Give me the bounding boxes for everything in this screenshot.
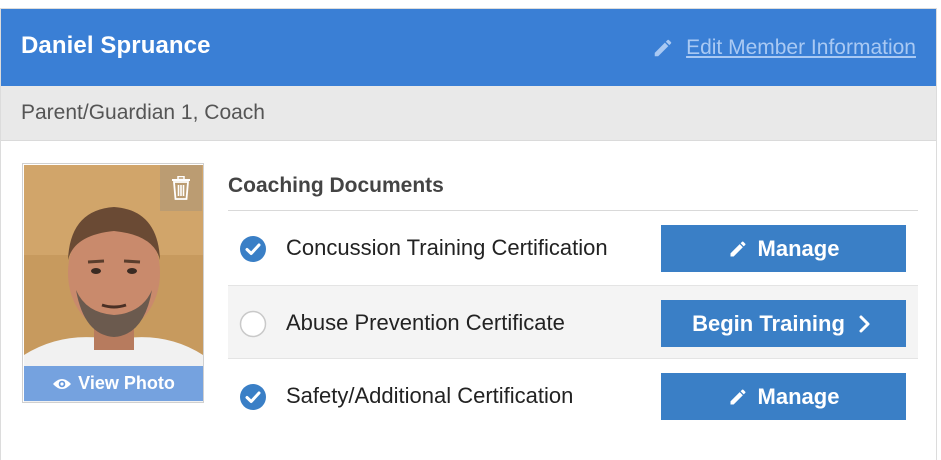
view-photo-label: View Photo bbox=[78, 373, 175, 393]
documents-title: Coaching Documents bbox=[228, 174, 444, 197]
manage-button[interactable]: Manage bbox=[661, 373, 906, 420]
begin-training-button[interactable]: Begin Training bbox=[661, 300, 906, 347]
document-row: Concussion Training Certification Manage bbox=[228, 211, 918, 285]
member-photo-box: View Photo bbox=[22, 163, 204, 403]
chevron-right-icon bbox=[859, 315, 870, 332]
member-name: Daniel Spruance bbox=[21, 32, 211, 59]
member-header: Daniel Spruance Edit Member Information bbox=[1, 9, 936, 86]
check-circle-icon bbox=[240, 384, 266, 410]
document-row: Abuse Prevention Certificate Begin Train… bbox=[228, 285, 918, 359]
member-card: Daniel Spruance Edit Member Information … bbox=[0, 8, 937, 460]
manage-button-label: Manage bbox=[757, 383, 840, 409]
pencil-icon bbox=[654, 39, 672, 57]
document-name: Safety/Additional Certification bbox=[286, 383, 574, 408]
edit-member-label: Edit Member Information bbox=[686, 36, 916, 59]
manage-button-label: Manage bbox=[757, 235, 840, 261]
view-photo-button[interactable]: View Photo bbox=[24, 366, 203, 401]
roles-bar: Parent/Guardian 1, Coach bbox=[1, 86, 936, 141]
begin-training-label: Begin Training bbox=[692, 310, 845, 336]
check-circle-icon bbox=[240, 236, 266, 262]
eye-icon bbox=[53, 378, 72, 389]
pencil-icon bbox=[730, 240, 746, 256]
member-roles: Parent/Guardian 1, Coach bbox=[21, 101, 265, 124]
edit-member-link[interactable]: Edit Member Information bbox=[652, 34, 916, 62]
trash-icon bbox=[172, 176, 190, 200]
manage-button[interactable]: Manage bbox=[661, 225, 906, 272]
document-name: Concussion Training Certification bbox=[286, 235, 608, 260]
document-row: Safety/Additional Certification Manage bbox=[228, 359, 918, 433]
document-name: Abuse Prevention Certificate bbox=[286, 310, 565, 335]
pencil-icon bbox=[730, 388, 746, 404]
empty-circle-icon bbox=[239, 310, 267, 338]
delete-photo-button[interactable] bbox=[160, 165, 202, 211]
